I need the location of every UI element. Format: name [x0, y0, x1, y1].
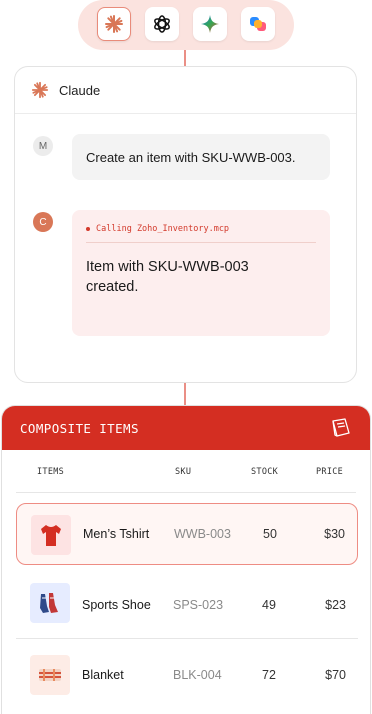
- item-name: Sports Shoe: [82, 597, 151, 612]
- table-row[interactable]: Sports Shoe SPS-023 49 $23: [16, 571, 358, 639]
- item-sku: SPS-023: [173, 597, 224, 612]
- blanket-thumbnail: [30, 655, 70, 695]
- gemini-sparkle-icon: [201, 15, 219, 33]
- claude-app-button[interactable]: [97, 7, 131, 41]
- tool-call-status: Calling Zoho_Inventory.mcp: [86, 224, 316, 234]
- table-row[interactable]: Men’s Tshirt WWB-003 50 $30: [16, 503, 358, 565]
- composite-items-panel: COMPOSITE ITEMS ITEMS SKU STOCK PRICE Me…: [1, 405, 371, 714]
- shoe-thumbnail: [30, 583, 70, 623]
- copilot-icon: [250, 17, 266, 31]
- item-sku: BLK-004: [173, 668, 222, 682]
- item-name: Blanket: [82, 668, 124, 682]
- item-name: Men’s Tshirt: [83, 527, 150, 541]
- divider: [86, 242, 316, 243]
- column-stock: STOCK: [251, 467, 279, 477]
- column-items: ITEMS: [37, 467, 65, 477]
- tshirt-thumbnail: [31, 515, 71, 555]
- tool-call-text: Calling Zoho_Inventory.mcp: [96, 224, 230, 234]
- tshirt-icon: [41, 525, 61, 546]
- chat-header: Claude: [15, 67, 356, 114]
- item-stock: 49: [262, 597, 276, 612]
- item-price: $30: [324, 527, 345, 541]
- item-price: $70: [325, 668, 346, 682]
- connector-line-bottom: [184, 383, 186, 405]
- claude-starburst-icon: [105, 15, 123, 33]
- status-dot-icon: [86, 227, 90, 231]
- column-sku: SKU: [175, 467, 192, 477]
- item-price: $23: [325, 597, 346, 612]
- copilot-app-button[interactable]: [241, 7, 275, 41]
- openai-knot-icon: [154, 15, 170, 33]
- assistant-avatar: C: [33, 212, 53, 232]
- item-stock: 50: [263, 527, 277, 541]
- shoe-icon: [40, 593, 58, 613]
- column-price: PRICE: [316, 467, 344, 477]
- chat-card: Claude M Create an item with SKU-WWB-003…: [14, 66, 357, 383]
- claude-logo-icon: [31, 81, 49, 99]
- table-header: ITEMS SKU STOCK PRICE: [16, 450, 356, 493]
- assistant-message: Calling Zoho_Inventory.mcp Item with SKU…: [72, 210, 330, 336]
- gemini-app-button[interactable]: [193, 7, 227, 41]
- item-stock: 72: [262, 668, 276, 682]
- blanket-icon: [39, 669, 61, 681]
- assistant-reply-text: Item with SKU-WWB-003 created.: [86, 259, 249, 295]
- assistant-name: Claude: [59, 82, 101, 98]
- app-switcher: [78, 0, 294, 50]
- panel-header: COMPOSITE ITEMS: [2, 406, 370, 450]
- connector-line-top: [184, 50, 186, 66]
- item-sku: WWB-003: [174, 527, 231, 541]
- user-message-text: Create an item with SKU-WWB-003.: [86, 149, 296, 165]
- book-icon[interactable]: [330, 418, 352, 438]
- panel-title: COMPOSITE ITEMS: [20, 420, 139, 436]
- table-row[interactable]: Blanket BLK-004 72 $70: [16, 644, 358, 706]
- user-avatar: M: [33, 136, 53, 156]
- chatgpt-app-button[interactable]: [145, 7, 179, 41]
- user-message: Create an item with SKU-WWB-003.: [72, 134, 330, 180]
